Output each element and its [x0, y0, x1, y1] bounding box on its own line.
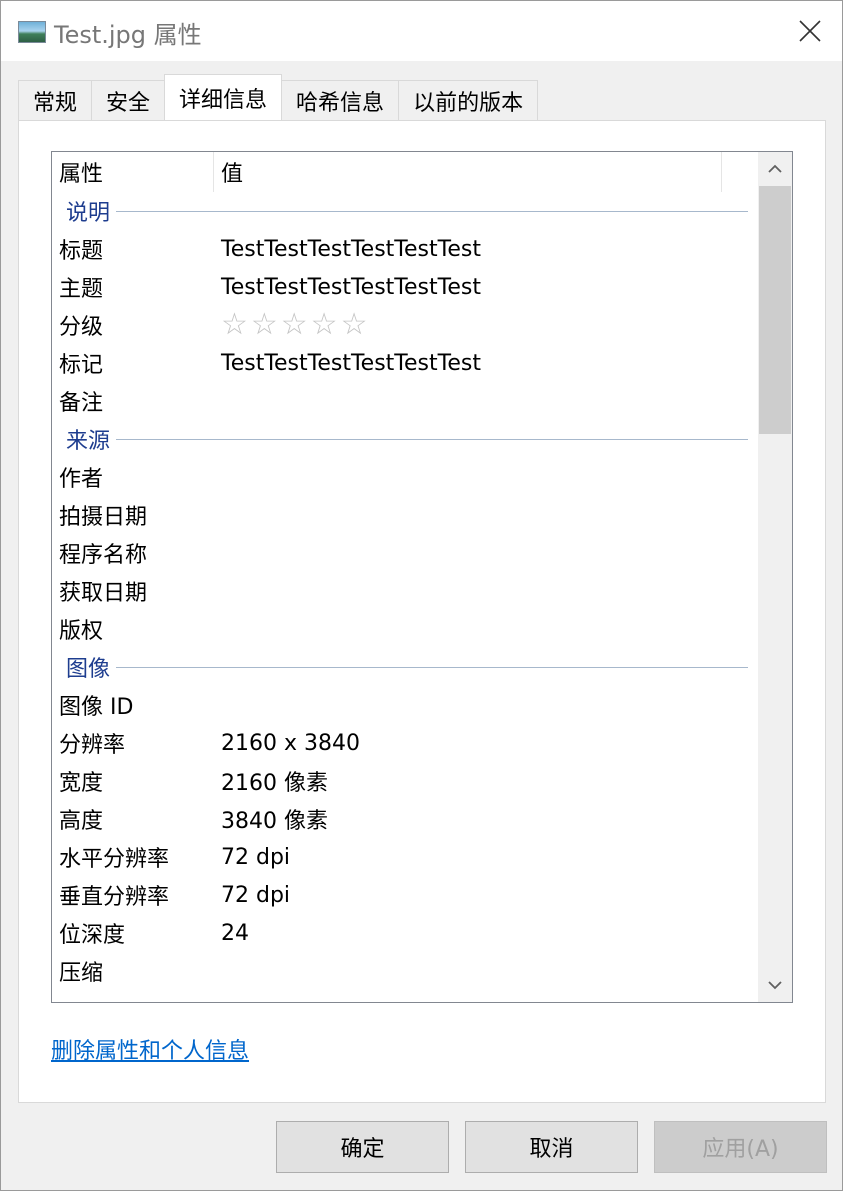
list-item[interactable]: 垂直分辨率 72 dpi: [52, 876, 756, 914]
property-value[interactable]: 2160 x 3840: [214, 731, 360, 756]
group-label: 图像: [66, 657, 111, 682]
group-label: 来源: [66, 429, 111, 454]
property-name: 分级: [59, 315, 104, 340]
list-item[interactable]: 版权: [52, 610, 756, 648]
property-name: 标题: [59, 239, 104, 264]
property-name: 备注: [59, 391, 104, 416]
property-value[interactable]: 24: [214, 921, 249, 946]
tab-general[interactable]: 常规: [18, 80, 93, 120]
property-value[interactable]: TestTestTestTestTestTest: [214, 351, 481, 376]
list-item[interactable]: 主题 TestTestTestTestTestTest: [52, 268, 756, 306]
property-name: 垂直分辨率: [59, 885, 170, 910]
group-header-description[interactable]: 说明: [52, 192, 756, 230]
property-name: 图像 ID: [59, 695, 134, 720]
property-name: 作者: [59, 467, 104, 492]
property-value[interactable]: TestTestTestTestTestTest: [214, 237, 481, 262]
property-value[interactable]: 3840 像素: [214, 803, 328, 835]
group-header-image[interactable]: 图像: [52, 648, 756, 686]
group-divider: [116, 438, 748, 440]
details-panel: 属性 值 说明 标题 TestTestTestTestTestTest 主题 Tes…: [18, 120, 826, 1103]
tab-hashes[interactable]: 哈希信息: [281, 80, 400, 120]
scroll-down-button[interactable]: [758, 968, 792, 1002]
tab-strip: 常规 安全 详细信息 哈希信息 以前的版本: [18, 74, 539, 122]
property-value[interactable]: 72 dpi: [214, 883, 290, 908]
list-item[interactable]: 获取日期: [52, 572, 756, 610]
cancel-button[interactable]: 取消: [465, 1121, 638, 1173]
property-name: 获取日期: [59, 581, 148, 606]
list-item[interactable]: 水平分辨率 72 dpi: [52, 838, 756, 876]
group-divider: [116, 666, 748, 668]
scrollbar-thumb[interactable]: [759, 186, 791, 434]
property-list[interactable]: 属性 值 说明 标题 TestTestTestTestTestTest 主题 Tes…: [51, 151, 793, 1003]
group-label: 说明: [66, 201, 111, 226]
list-item[interactable]: 图像 ID: [52, 686, 756, 724]
property-name: 拍摄日期: [59, 505, 148, 530]
list-item[interactable]: 位深度 24: [52, 914, 756, 952]
column-header-property[interactable]: 属性: [52, 152, 214, 192]
rating-stars[interactable]: ☆☆☆☆☆: [214, 310, 370, 340]
list-rows: 说明 标题 TestTestTestTestTestTest 主题 TestTest…: [52, 192, 756, 990]
tab-previous-versions[interactable]: 以前的版本: [398, 80, 539, 120]
column-header-value[interactable]: 值: [214, 152, 722, 192]
group-divider: [116, 210, 748, 212]
image-file-icon: [18, 21, 46, 43]
list-item[interactable]: 备注: [52, 382, 756, 420]
list-item[interactable]: 拍摄日期: [52, 496, 756, 534]
title-bar[interactable]: Test.jpg 属性: [1, 1, 842, 61]
tab-security[interactable]: 安全: [91, 80, 166, 120]
scroll-up-button[interactable]: [758, 152, 792, 186]
property-name: 宽度: [59, 771, 104, 796]
property-name: 位深度: [59, 923, 126, 948]
property-name: 版权: [59, 619, 104, 644]
property-name: 主题: [59, 277, 104, 302]
vertical-scrollbar[interactable]: [758, 152, 792, 1002]
tab-details[interactable]: 详细信息: [164, 74, 283, 120]
list-item[interactable]: 作者: [52, 458, 756, 496]
list-item[interactable]: 压缩: [52, 952, 756, 990]
list-item[interactable]: 宽度 2160 像素: [52, 762, 756, 800]
column-header-filler: [722, 152, 756, 192]
property-name: 水平分辨率: [59, 847, 170, 872]
list-header: 属性 值: [52, 152, 756, 192]
window-title: Test.jpg 属性: [54, 21, 202, 49]
property-value[interactable]: 2160 像素: [214, 765, 328, 797]
close-icon: [799, 20, 821, 42]
property-name: 压缩: [59, 961, 104, 986]
list-item[interactable]: 高度 3840 像素: [52, 800, 756, 838]
properties-dialog: Test.jpg 属性 常规 安全 详细信息 哈希信息 以前的版本 属性 值 说…: [0, 0, 843, 1191]
property-name: 程序名称: [59, 543, 148, 568]
list-item[interactable]: 标记 TestTestTestTestTestTest: [52, 344, 756, 382]
property-name: 分辨率: [59, 733, 126, 758]
close-button[interactable]: [778, 1, 842, 61]
group-header-origin[interactable]: 来源: [52, 420, 756, 458]
list-item[interactable]: 程序名称: [52, 534, 756, 572]
property-name: 标记: [59, 353, 104, 378]
property-name: 高度: [59, 809, 104, 834]
chevron-down-icon: [768, 981, 782, 990]
list-item[interactable]: 标题 TestTestTestTestTestTest: [52, 230, 756, 268]
chevron-up-icon: [768, 164, 782, 173]
property-value[interactable]: 72 dpi: [214, 845, 290, 870]
list-item[interactable]: 分级 ☆☆☆☆☆: [52, 306, 756, 344]
list-item[interactable]: 分辨率 2160 x 3840: [52, 724, 756, 762]
property-value[interactable]: TestTestTestTestTestTest: [214, 275, 481, 300]
apply-button[interactable]: 应用(A): [654, 1121, 827, 1173]
ok-button[interactable]: 确定: [276, 1121, 449, 1173]
remove-properties-link[interactable]: 删除属性和个人信息: [51, 1033, 249, 1065]
